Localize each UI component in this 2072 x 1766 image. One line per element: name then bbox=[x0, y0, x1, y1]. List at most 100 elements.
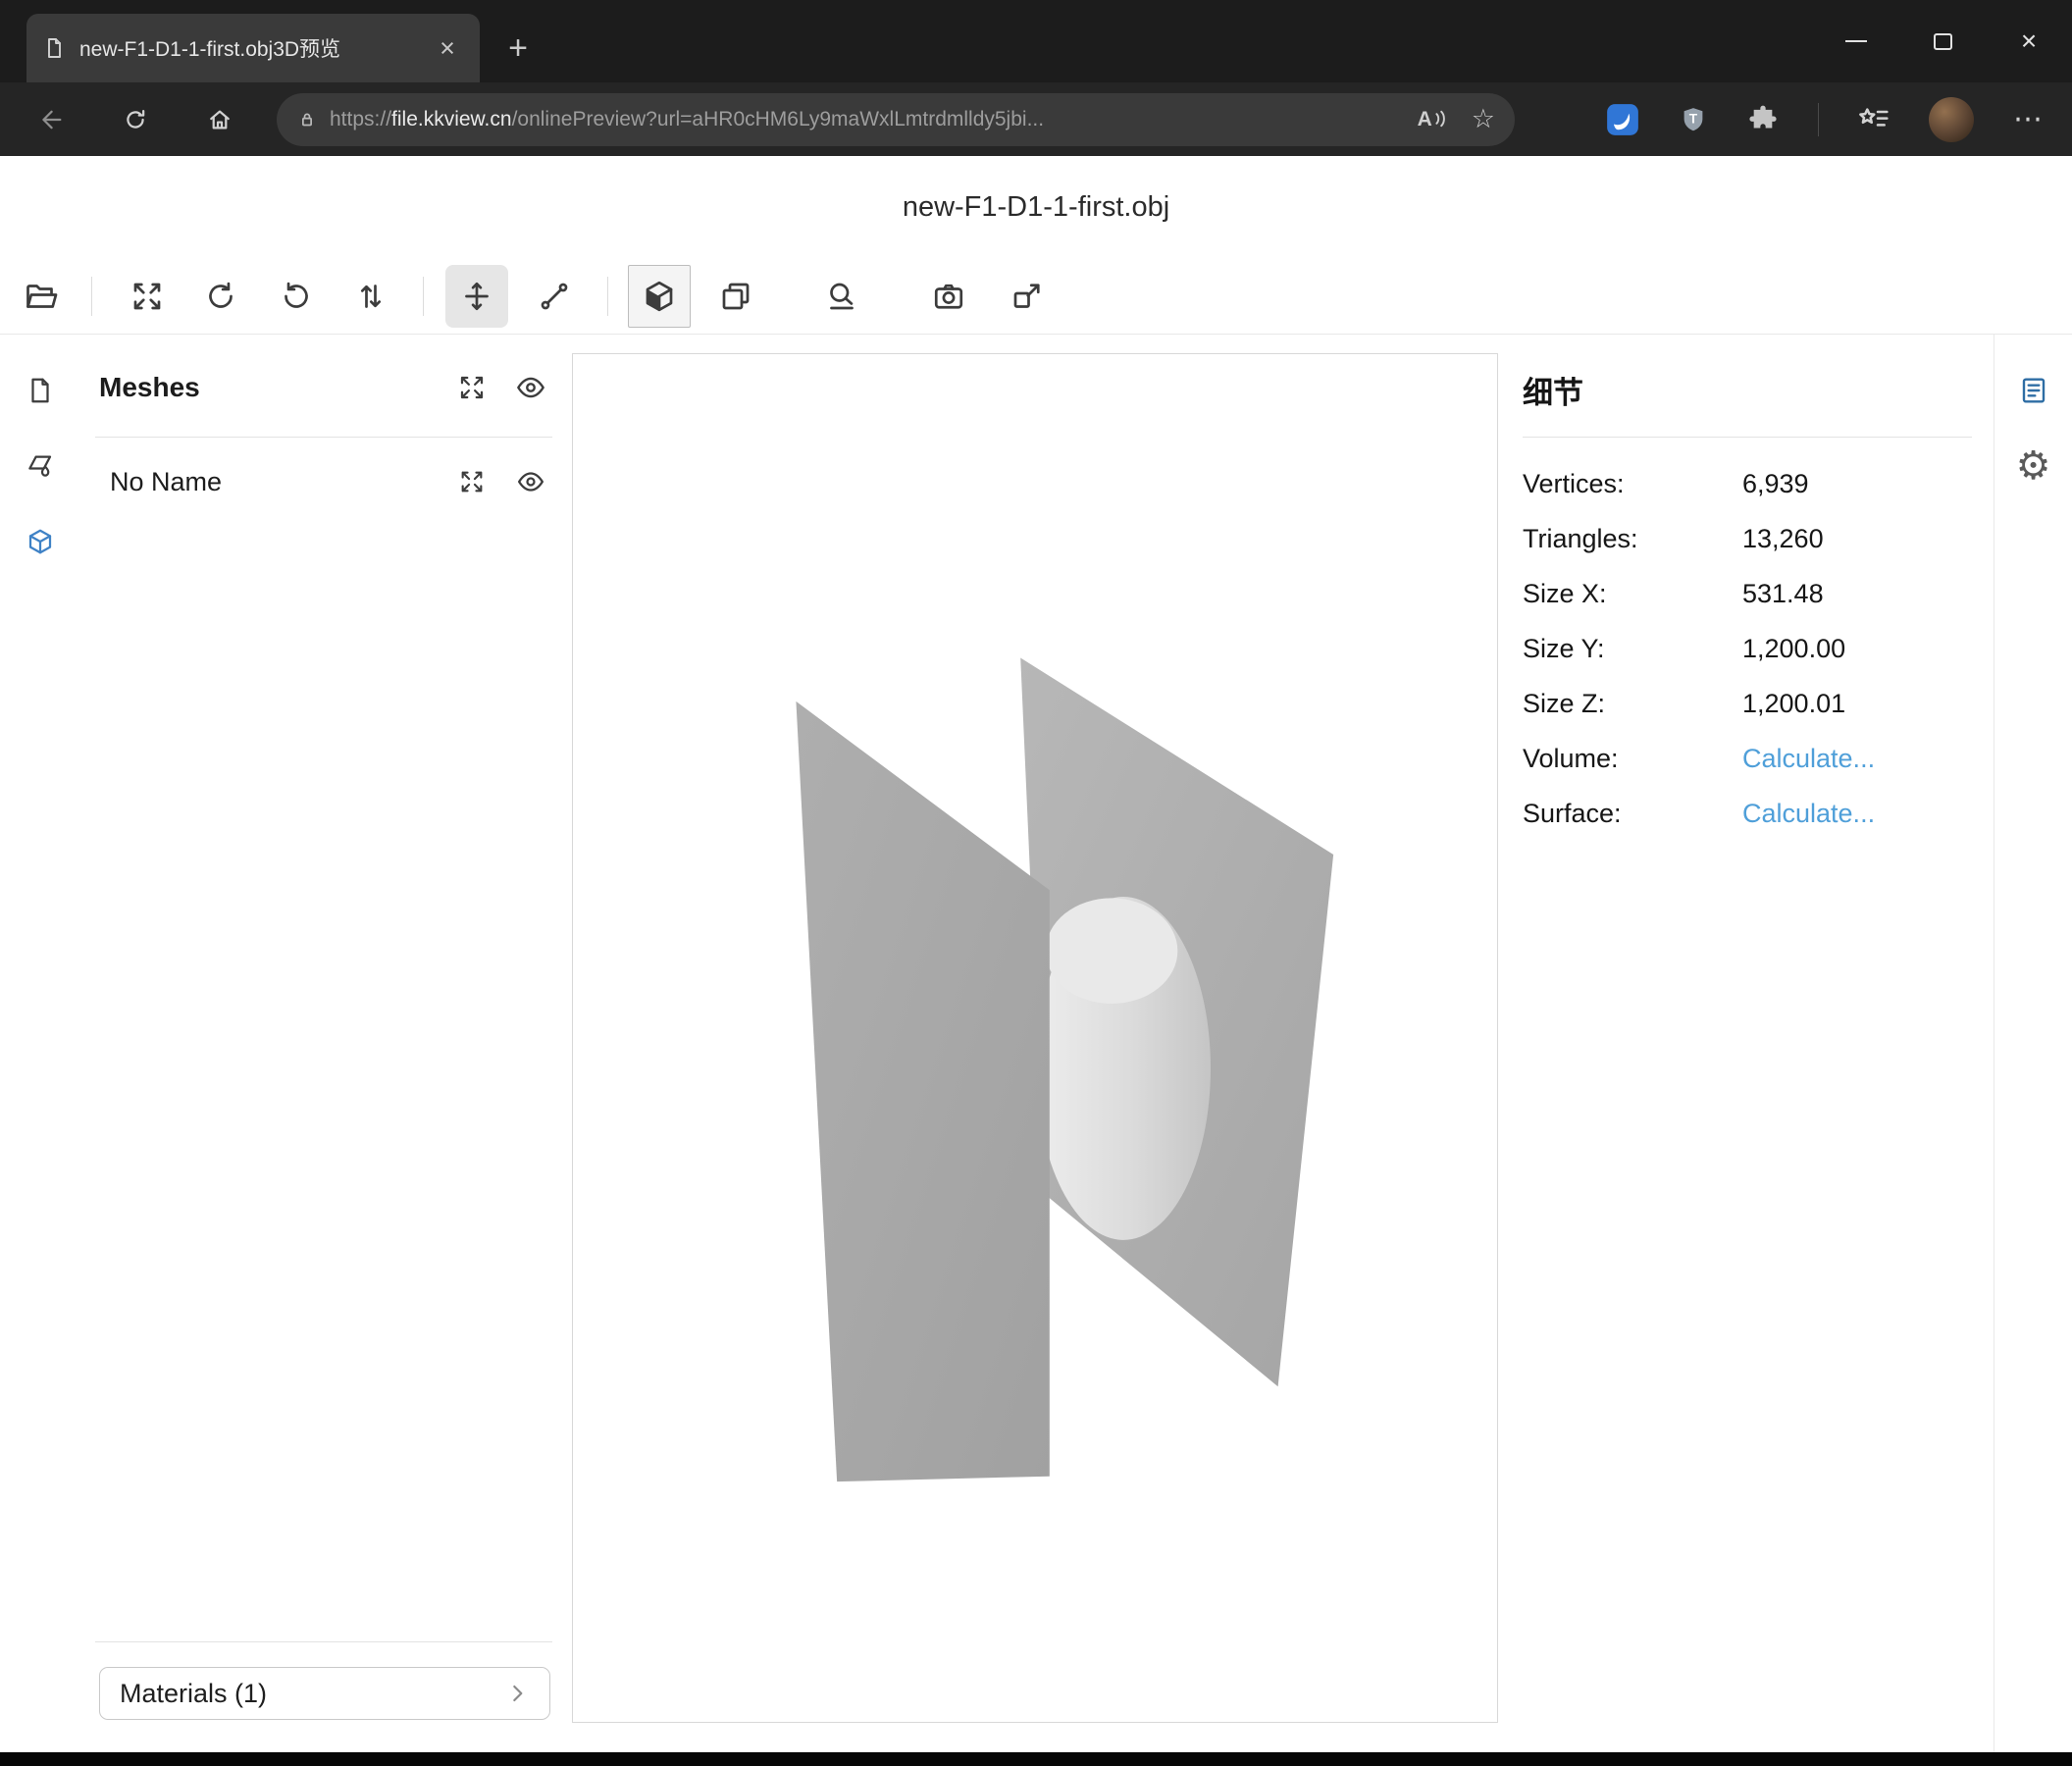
detail-value: 13,260 bbox=[1742, 524, 1824, 554]
refresh-button[interactable] bbox=[108, 92, 163, 147]
fit-view-button[interactable] bbox=[116, 265, 179, 328]
open-file-icon bbox=[24, 279, 59, 314]
settings-button[interactable]: ⚙ bbox=[1994, 428, 2072, 503]
mesh-list-item[interactable]: No Name bbox=[110, 454, 548, 509]
wireframe-view-button[interactable] bbox=[704, 265, 767, 328]
home-button[interactable] bbox=[192, 92, 247, 147]
export-icon bbox=[1010, 279, 1045, 314]
address-bar[interactable]: https://file.kkview.cn/onlinePreview?url… bbox=[277, 93, 1515, 146]
meshes-header-label: Meshes bbox=[99, 372, 431, 403]
measure-icon bbox=[824, 279, 859, 314]
toolbar-divider bbox=[91, 277, 92, 316]
tab-close-button[interactable]: × bbox=[431, 31, 464, 65]
right-icon-strip: ⚙ bbox=[1994, 335, 2072, 1752]
calculate-volume-link[interactable]: Calculate... bbox=[1742, 744, 1875, 774]
rotate-ccw-icon bbox=[279, 279, 314, 314]
gear-icon: ⚙ bbox=[2016, 446, 2051, 486]
tab-favicon-icon bbox=[42, 36, 66, 60]
detail-row-size-y: Size Y: 1,200.00 bbox=[1523, 621, 1972, 676]
detail-label: Surface: bbox=[1523, 799, 1622, 829]
page-title: new-F1-D1-1-first.obj bbox=[903, 191, 1169, 224]
expand-all-button[interactable] bbox=[454, 370, 490, 405]
rotate-ccw-button[interactable] bbox=[265, 265, 328, 328]
new-tab-button[interactable]: + bbox=[495, 26, 541, 71]
meshes-panel-header: Meshes bbox=[99, 360, 548, 415]
wireframe-view-icon bbox=[718, 279, 753, 314]
solid-view-button[interactable] bbox=[628, 265, 691, 328]
profile-avatar[interactable] bbox=[1929, 97, 1974, 142]
fit-view-icon bbox=[130, 279, 165, 314]
expand-icon bbox=[458, 468, 486, 495]
model-cylinder-cap bbox=[1046, 898, 1178, 1004]
minimize-button[interactable] bbox=[1813, 0, 1899, 82]
mesh-visibility-toggle[interactable] bbox=[513, 464, 548, 499]
detail-row-size-z: Size Z: 1,200.01 bbox=[1523, 676, 1972, 731]
details-tab-button[interactable] bbox=[1994, 352, 2072, 428]
expand-icon bbox=[457, 373, 487, 402]
favorites-bar-button[interactable] bbox=[1858, 105, 1890, 134]
sidebar-tab-file[interactable] bbox=[0, 352, 79, 428]
sidebar-tab-model[interactable] bbox=[0, 503, 79, 579]
line-measure-icon bbox=[537, 279, 572, 314]
viewer-main: Meshes No Name Materials bbox=[0, 335, 2072, 1752]
left-icon-strip bbox=[0, 335, 79, 1752]
sidebar-tab-materials[interactable] bbox=[0, 428, 79, 503]
screenshot-button[interactable] bbox=[917, 265, 980, 328]
move-tool-icon bbox=[459, 279, 494, 314]
model-plane-left bbox=[796, 701, 1049, 1481]
open-file-button[interactable] bbox=[10, 265, 73, 328]
browser-tab[interactable]: new-F1-D1-1-first.obj3D预览 × bbox=[26, 14, 480, 82]
materials-icon bbox=[26, 451, 55, 481]
viewer-page: new-F1-D1-1-first.obj bbox=[0, 156, 2072, 1752]
details-rows: Vertices: 6,939 Triangles: 13,260 Size X… bbox=[1523, 456, 1972, 841]
rotate-cw-button[interactable] bbox=[189, 265, 252, 328]
export-button[interactable] bbox=[996, 265, 1059, 328]
visibility-all-toggle[interactable] bbox=[513, 370, 548, 405]
meshes-panel: Meshes No Name Materials bbox=[79, 335, 572, 1752]
model-cube-icon bbox=[26, 527, 55, 556]
move-tool-button[interactable] bbox=[445, 265, 508, 328]
detail-value: 1,200.01 bbox=[1742, 689, 1845, 719]
extensions-puzzle-icon[interactable] bbox=[1747, 104, 1779, 135]
detail-value: 531.48 bbox=[1742, 579, 1824, 609]
add-favorite-star-button[interactable]: ☆ bbox=[1472, 106, 1495, 132]
minimize-icon bbox=[1845, 40, 1867, 42]
toolbar-divider bbox=[423, 277, 424, 316]
calculate-surface-link[interactable]: Calculate... bbox=[1742, 799, 1875, 829]
flip-vertical-button[interactable] bbox=[339, 265, 402, 328]
detail-value: 1,200.00 bbox=[1742, 634, 1845, 664]
measure-button[interactable] bbox=[810, 265, 873, 328]
up-down-arrows-icon bbox=[353, 279, 388, 314]
details-header: 细节 bbox=[1523, 368, 1583, 412]
read-aloud-label: A bbox=[1418, 108, 1432, 131]
page-title-row: new-F1-D1-1-first.obj bbox=[0, 156, 2072, 258]
extension-shield-icon[interactable]: T bbox=[1679, 104, 1708, 135]
svg-text:T: T bbox=[1689, 111, 1698, 126]
maximize-icon bbox=[1934, 33, 1952, 50]
eye-icon bbox=[516, 467, 545, 496]
eye-icon bbox=[515, 372, 546, 403]
detail-row-surface: Surface: Calculate... bbox=[1523, 786, 1972, 841]
extension-translate-icon[interactable] bbox=[1606, 103, 1639, 136]
detail-label: Vertices: bbox=[1523, 469, 1625, 499]
navbar-right-icons: T ⋯ bbox=[1606, 97, 2072, 142]
3d-model-render[interactable] bbox=[573, 354, 1497, 1722]
3d-viewport[interactable] bbox=[572, 353, 1498, 1723]
maximize-button[interactable] bbox=[1899, 0, 1986, 82]
lock-icon bbox=[296, 109, 318, 130]
line-measure-button[interactable] bbox=[523, 265, 586, 328]
panel-divider bbox=[95, 1641, 552, 1642]
mesh-focus-button[interactable] bbox=[454, 464, 490, 499]
browser-menu-button[interactable]: ⋯ bbox=[2013, 105, 2043, 134]
materials-button-label: Materials (1) bbox=[120, 1679, 267, 1709]
window-close-button[interactable]: × bbox=[1986, 0, 2072, 82]
materials-button[interactable]: Materials (1) bbox=[99, 1667, 550, 1720]
url-scheme: https:// bbox=[330, 108, 391, 130]
browser-navbar: https://file.kkview.cn/onlinePreview?url… bbox=[0, 82, 2072, 156]
window-controls: × bbox=[1813, 0, 2072, 82]
read-aloud-button[interactable]: A bbox=[1418, 108, 1446, 131]
detail-label: Size Z: bbox=[1523, 689, 1605, 719]
detail-label: Triangles: bbox=[1523, 524, 1638, 554]
back-button[interactable] bbox=[24, 92, 78, 147]
detail-row-triangles: Triangles: 13,260 bbox=[1523, 511, 1972, 566]
